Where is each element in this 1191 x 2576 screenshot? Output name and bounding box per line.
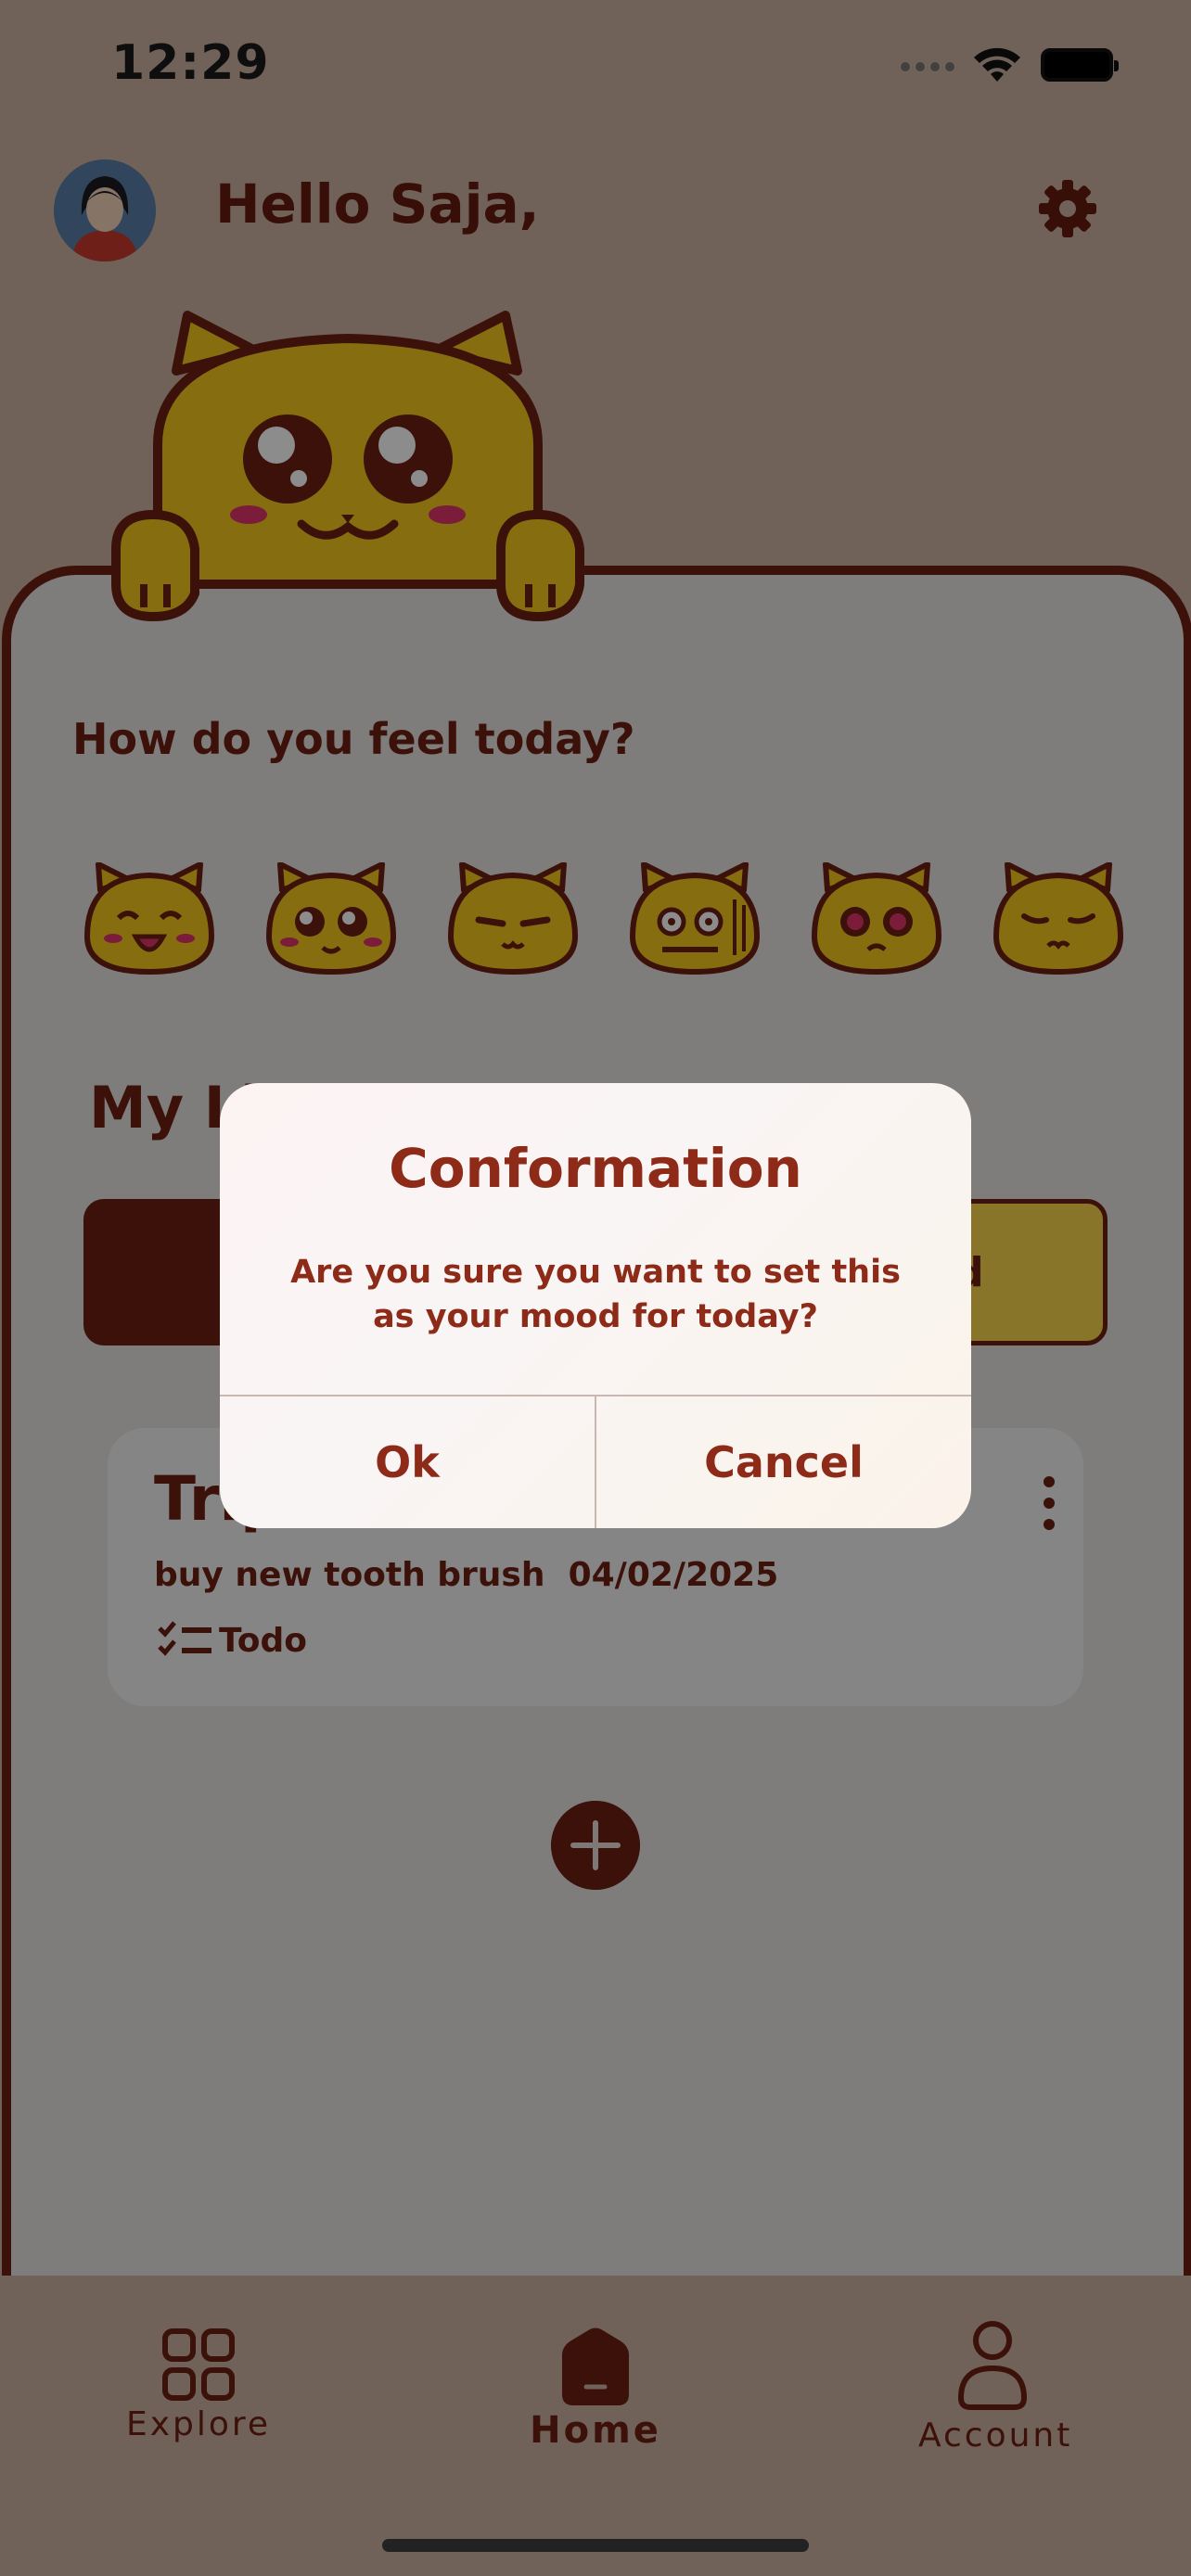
- home-indicator: [382, 2539, 809, 2552]
- dialog-message: Are you sure you want to set this as you…: [290, 1254, 901, 1335]
- dialog-title: Conformation: [389, 1137, 802, 1200]
- confirmation-dialog: Conformation Are you sure you want to se…: [220, 1083, 971, 1528]
- cancel-button[interactable]: Cancel: [596, 1396, 971, 1528]
- ok-button[interactable]: Ok: [220, 1396, 595, 1528]
